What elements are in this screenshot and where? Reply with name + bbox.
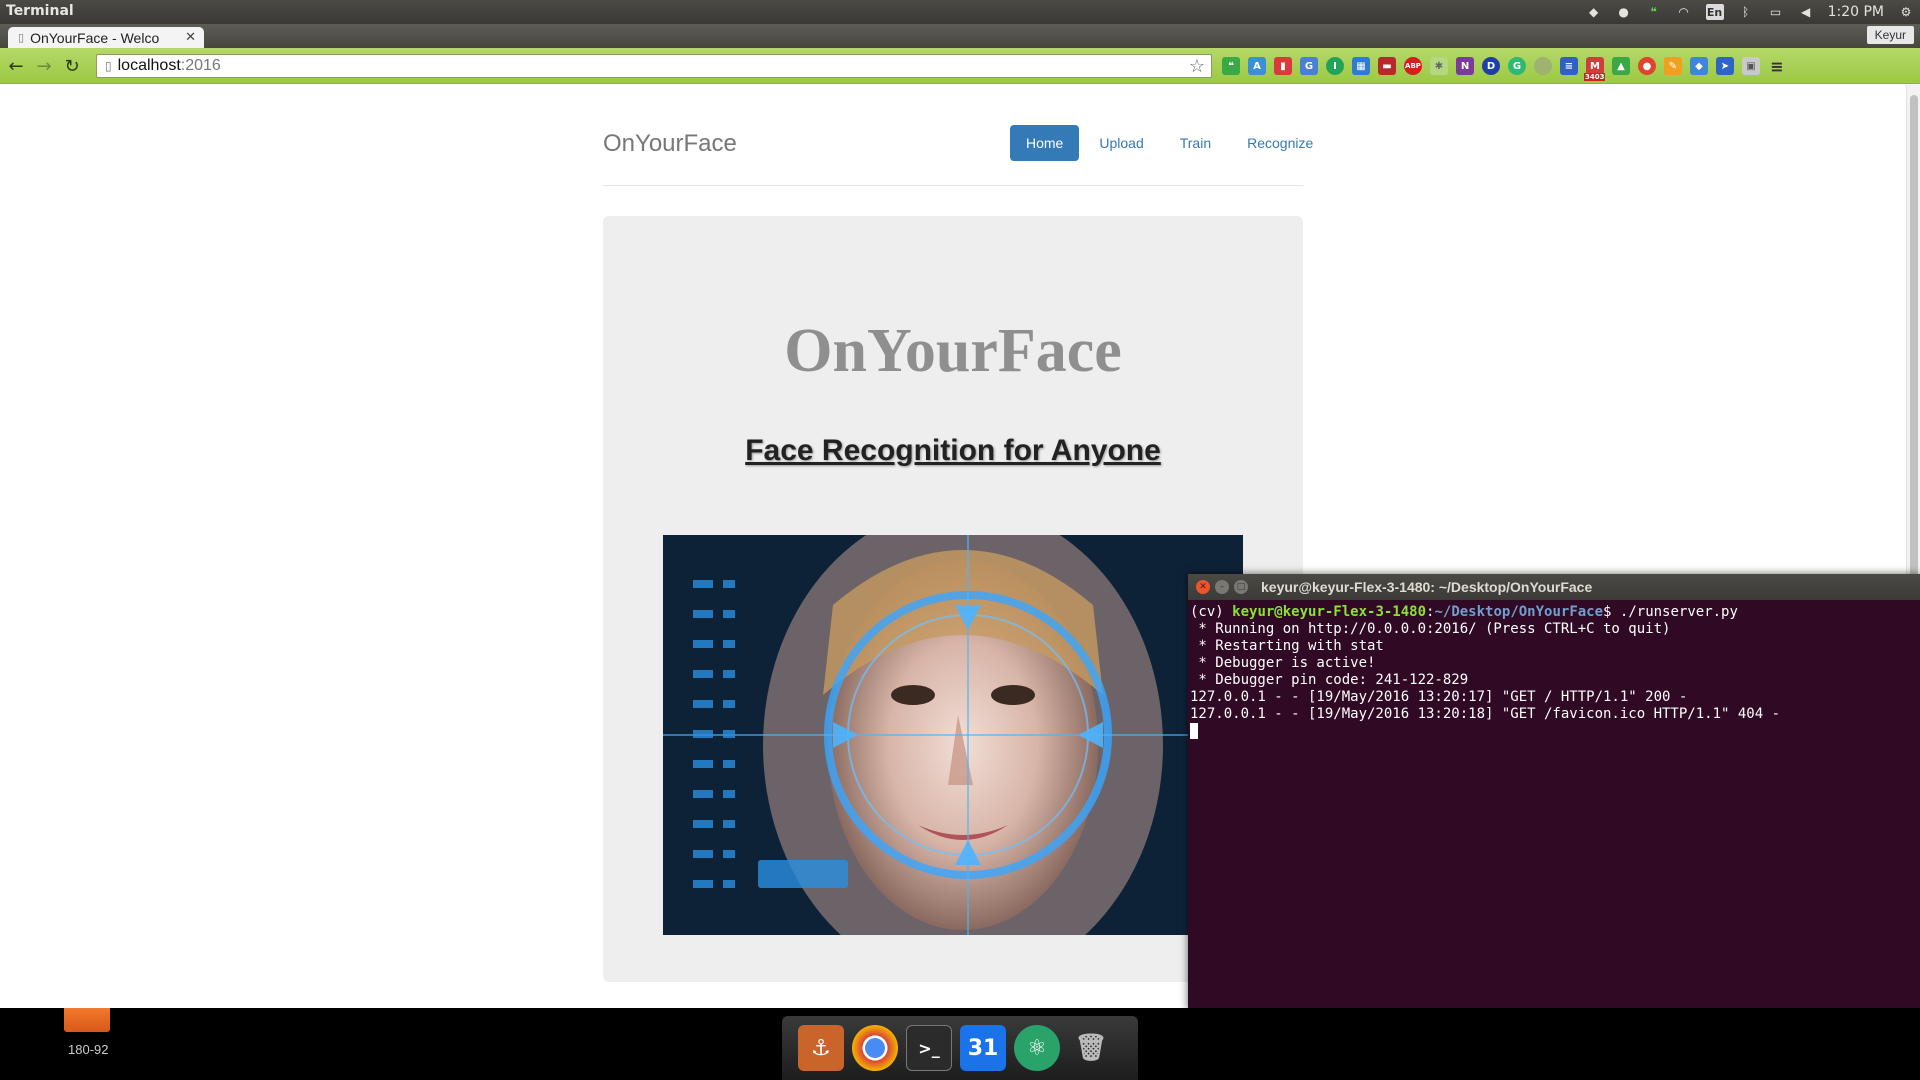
diamond-extension-icon[interactable]: ◆ bbox=[1690, 57, 1708, 75]
prompt-user: keyur@keyur-Flex-3-1480 bbox=[1232, 604, 1427, 620]
grammarly-extension-icon[interactable]: G bbox=[1508, 57, 1526, 75]
nav-recognize[interactable]: Recognize bbox=[1231, 125, 1329, 161]
keyboard-layout-indicator[interactable]: En bbox=[1705, 4, 1724, 20]
terminal-app-icon[interactable]: >_ bbox=[906, 1025, 952, 1071]
onenote-extension-icon[interactable]: N bbox=[1456, 57, 1474, 75]
wifi-icon[interactable]: ◠ bbox=[1676, 4, 1692, 20]
terminal-line: 127.0.0.1 - - [19/May/2016 13:20:17] "GE… bbox=[1190, 689, 1688, 705]
workspace-label: 180-92 bbox=[68, 1042, 109, 1057]
jumbotron-heading: OnYourFace bbox=[784, 317, 1122, 385]
terminal-line: * Running on http://0.0.0.0:2016/ (Press… bbox=[1190, 621, 1671, 637]
terminal-line: 127.0.0.1 - - [19/May/2016 13:20:18] "GE… bbox=[1190, 706, 1781, 722]
back-icon[interactable]: ← bbox=[6, 56, 26, 77]
workspace-indicator-icon[interactable] bbox=[64, 1008, 110, 1032]
face-recognition-hero-image bbox=[663, 535, 1243, 935]
nav-train[interactable]: Train bbox=[1164, 125, 1227, 161]
adblock-plus-icon[interactable]: ABP bbox=[1404, 57, 1422, 75]
tab-strip: ▯ OnYourFace - Welco ✕ bbox=[0, 24, 1920, 68]
pencil-extension-icon[interactable]: ✎ bbox=[1664, 57, 1682, 75]
hangouts-extension-icon[interactable]: ❝ bbox=[1222, 57, 1240, 75]
menu-icon[interactable]: ≡ bbox=[1768, 57, 1786, 76]
reload-icon[interactable]: ↻ bbox=[62, 56, 82, 77]
gmail-extension-icon[interactable]: M 3403 bbox=[1584, 57, 1606, 81]
terminal-window[interactable]: ✕ – □ keyur@keyur-Flex-3-1480: ~/Desktop… bbox=[1188, 574, 1920, 1010]
chrome-app-icon[interactable] bbox=[852, 1025, 898, 1071]
circle-extension-icon[interactable] bbox=[1534, 57, 1552, 75]
bookmark-extension-icon[interactable]: ▮ bbox=[1274, 57, 1292, 75]
terminal-line: * Debugger pin code: 241-122-829 bbox=[1190, 672, 1469, 688]
close-tab-icon[interactable]: ✕ bbox=[185, 30, 196, 45]
url-port: :2016 bbox=[180, 57, 221, 74]
tab-onyourface[interactable]: ▯ OnYourFace - Welco ✕ bbox=[8, 27, 204, 48]
prompt-prefix: (cv) bbox=[1190, 604, 1233, 620]
anchor-app-icon[interactable]: ⚓ bbox=[798, 1025, 844, 1071]
pushbullet-extension-icon[interactable]: I bbox=[1326, 57, 1344, 75]
hero-graphic bbox=[663, 535, 1243, 935]
forward-icon[interactable]: → bbox=[34, 56, 54, 77]
terminal-title: keyur@keyur-Flex-3-1480: ~/Desktop/OnYou… bbox=[1261, 579, 1593, 595]
pocket-extension-icon[interactable]: ● bbox=[1638, 57, 1656, 75]
address-bar[interactable]: ▯ localhost:2016 ☆ bbox=[96, 54, 1212, 78]
calendar-app-icon[interactable]: 31 bbox=[960, 1025, 1006, 1071]
volume-icon[interactable]: ◀ bbox=[1798, 4, 1814, 20]
prompt-command: $ ./runserver.py bbox=[1603, 604, 1738, 620]
active-app-title: Terminal bbox=[6, 3, 74, 19]
close-window-icon[interactable]: ✕ bbox=[1196, 580, 1210, 594]
jumbotron-subheading: Face Recognition for Anyone bbox=[745, 434, 1161, 467]
terminal-output[interactable]: (cv) keyur@keyur-Flex-3-1480:~/Desktop/O… bbox=[1188, 600, 1920, 744]
profile-button[interactable]: Keyur bbox=[1866, 26, 1914, 44]
system-tray: ◆ ● ❝ ◠ En ᛒ ▭ ◀ 1:20 PM ⚙ bbox=[1586, 2, 1914, 22]
gear-icon[interactable]: ⚙ bbox=[1898, 4, 1914, 20]
tab-title: OnYourFace - Welco bbox=[30, 29, 160, 46]
browser-toolbar: ← → ↻ ▯ localhost:2016 ☆ ❝ A ▮ G I ▦ ▬ A… bbox=[0, 48, 1920, 84]
dock: ⚓ >_ 31 ⚛ 🗑 bbox=[782, 1016, 1138, 1080]
top-panel: Terminal ◆ ● ❝ ◠ En ᛒ ▭ ◀ 1:20 PM ⚙ bbox=[0, 0, 1920, 24]
url-host: localhost bbox=[117, 57, 181, 74]
page-icon: ▯ bbox=[18, 31, 25, 44]
terminal-line: * Debugger is active! bbox=[1190, 655, 1376, 671]
d-extension-icon[interactable]: D bbox=[1482, 57, 1500, 75]
gmail-badge: 3403 bbox=[1584, 73, 1606, 81]
car-extension-icon[interactable]: ▬ bbox=[1378, 57, 1396, 75]
send-extension-icon[interactable]: ➤ bbox=[1716, 57, 1734, 75]
puzzle-extension-icon[interactable]: ✱ bbox=[1430, 57, 1448, 75]
atom-app-icon[interactable]: ⚛ bbox=[1014, 1025, 1060, 1071]
minimize-window-icon[interactable]: – bbox=[1215, 580, 1229, 594]
page-info-icon[interactable]: ▯ bbox=[105, 59, 112, 73]
chrome-tray-icon[interactable]: ● bbox=[1616, 4, 1632, 20]
trash-icon[interactable]: 🗑 bbox=[1068, 1025, 1114, 1071]
terminal-cursor bbox=[1190, 723, 1198, 739]
battery-icon[interactable]: ▭ bbox=[1768, 4, 1784, 20]
clock[interactable]: 1:20 PM bbox=[1828, 4, 1884, 20]
extension-icons: ❝ A ▮ G I ▦ ▬ ABP ✱ N D G ≡ M 3403 ▲ ● ✎ … bbox=[1222, 57, 1786, 81]
hangouts-icon[interactable]: ❝ bbox=[1646, 4, 1662, 20]
bottom-panel: 180-92 ⚓ >_ 31 ⚛ 🗑 bbox=[0, 1008, 1920, 1080]
stack-extension-icon[interactable]: ≡ bbox=[1560, 57, 1578, 75]
text-extension-icon[interactable]: A bbox=[1248, 57, 1266, 75]
terminal-titlebar[interactable]: ✕ – □ keyur@keyur-Flex-3-1480: ~/Desktop… bbox=[1188, 574, 1920, 600]
calendar-extension-icon[interactable]: ▦ bbox=[1352, 57, 1370, 75]
terminal-line: * Restarting with stat bbox=[1190, 638, 1384, 654]
dropbox-icon[interactable]: ◆ bbox=[1586, 4, 1602, 20]
maximize-window-icon[interactable]: □ bbox=[1234, 580, 1248, 594]
nav-home[interactable]: Home bbox=[1010, 125, 1080, 161]
image-extension-icon[interactable]: ▣ bbox=[1742, 57, 1760, 75]
prompt-path: ~/Desktop/OnYourFace bbox=[1434, 604, 1604, 620]
drive-extension-icon[interactable]: ▲ bbox=[1612, 57, 1630, 75]
nav-upload[interactable]: Upload bbox=[1083, 125, 1159, 161]
site-nav: Home Upload Train Recognize bbox=[1010, 125, 1329, 161]
bluetooth-icon[interactable]: ᛒ bbox=[1738, 4, 1754, 20]
bookmark-star-icon[interactable]: ☆ bbox=[1189, 56, 1205, 77]
translate-extension-icon[interactable]: G bbox=[1300, 57, 1318, 75]
header-divider bbox=[603, 185, 1303, 186]
site-brand[interactable]: OnYourFace bbox=[603, 130, 737, 158]
